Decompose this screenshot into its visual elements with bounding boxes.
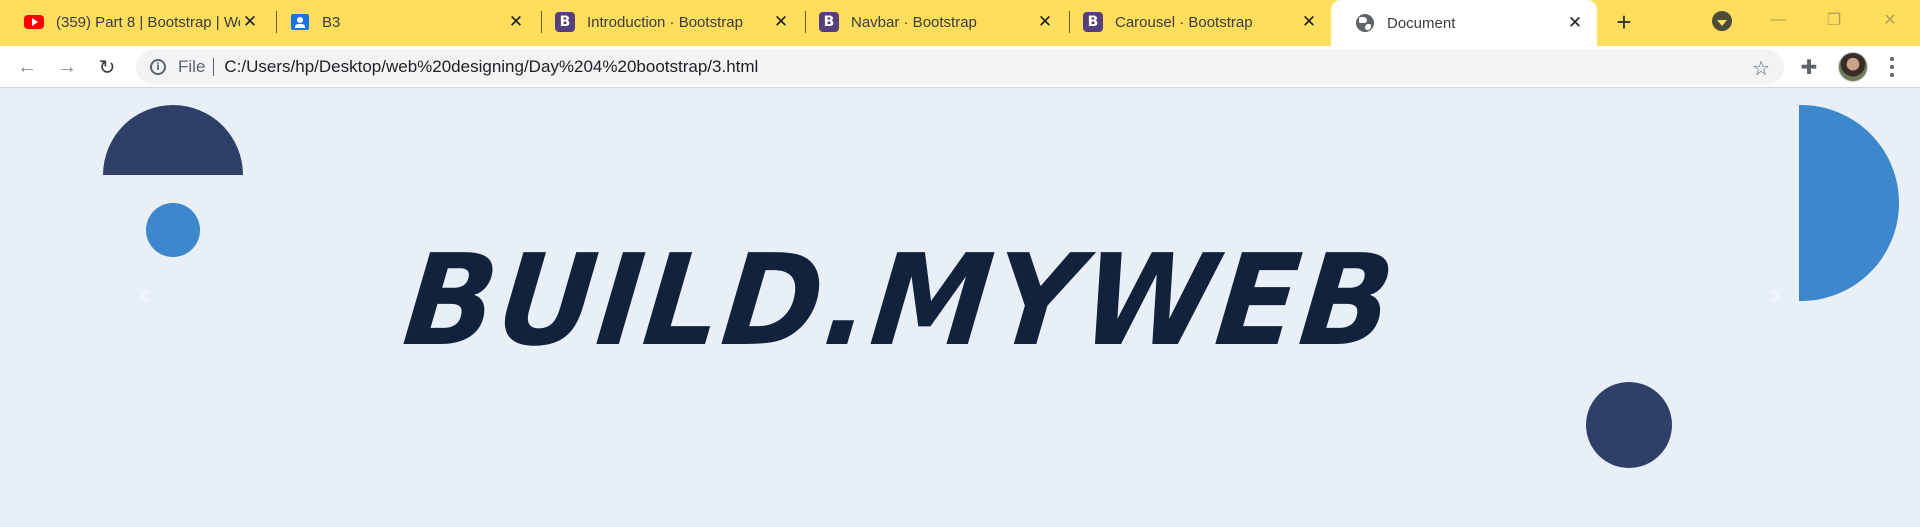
forward-button[interactable]: → [52,52,82,82]
new-tab-button[interactable]: + [1608,6,1640,38]
close-tab-icon[interactable]: ✕ [771,12,791,32]
close-tab-icon[interactable]: ✕ [506,12,526,32]
address-bar[interactable]: i File C:/Users/hp/Desktop/web%20designi… [136,50,1784,84]
classroom-icon [290,12,310,32]
tab-b3[interactable]: B3 ✕ [266,0,538,44]
restore-button[interactable]: ❐ [1806,0,1862,40]
tab-strip: (359) Part 8 | Bootstrap | We ✕ B3 ✕ B I… [0,0,1920,46]
bootstrap-icon: B [555,12,575,32]
profile-avatar[interactable] [1838,52,1868,82]
navy-circle-shape [1586,382,1672,468]
site-info-icon[interactable]: i [150,59,166,75]
blue-half-circle-shape [1799,105,1899,301]
brand-logo-text: BUILD.MYWEB [397,228,1403,374]
close-tab-icon[interactable]: ✕ [1565,13,1585,33]
navy-half-circle-shape [103,105,243,175]
tab-title: (359) Part 8 | Bootstrap | We [56,13,240,31]
extensions-puzzle-icon[interactable]: ✚ [1798,56,1820,79]
carousel-next-icon[interactable]: › [1760,278,1790,313]
tab-youtube[interactable]: (359) Part 8 | Bootstrap | We ✕ [0,0,272,44]
tab-navbar-bootstrap[interactable]: B Navbar · Bootstrap ✕ [795,0,1067,44]
tab-title: Navbar · Bootstrap [851,13,977,31]
bookmark-star-icon[interactable]: ☆ [1752,56,1770,81]
tab-title: B3 [322,13,341,31]
globe-icon [1355,13,1375,33]
minimize-button[interactable]: — [1750,0,1806,40]
back-button[interactable]: ← [12,52,42,82]
bootstrap-icon: B [819,12,839,32]
tab-carousel-bootstrap[interactable]: B Carousel · Bootstrap ✕ [1059,0,1331,44]
tab-introduction-bootstrap[interactable]: B Introduction · Bootstrap ✕ [531,0,803,44]
window-close-button[interactable]: ✕ [1862,0,1918,40]
reload-button[interactable]: ↻ [92,52,122,82]
close-tab-icon[interactable]: ✕ [1035,12,1055,32]
close-tab-icon[interactable]: ✕ [240,12,260,32]
youtube-icon [24,12,44,32]
tab-title: Introduction · Bootstrap [587,13,743,31]
tab-document-active[interactable]: Document ✕ [1331,0,1597,46]
blue-circle-shape [146,203,200,257]
carousel-prev-icon[interactable]: ‹ [130,278,160,313]
url-text[interactable]: C:/Users/hp/Desktop/web%20designing/Day%… [224,57,758,77]
tab-title: Carousel · Bootstrap [1115,13,1253,31]
url-scheme-label: File [178,57,206,76]
bootstrap-icon: B [1083,12,1103,32]
close-tab-icon[interactable]: ✕ [1299,12,1319,32]
browser-toolbar: ← → ↻ i File C:/Users/hp/Desktop/web%20d… [0,46,1920,88]
carousel-slide: ‹ › BUILD.MYWEB [0,88,1920,527]
tab-search-icon[interactable] [1712,11,1732,31]
tab-title: Document [1387,14,1456,32]
omnibox-divider [213,58,215,76]
browser-menu-icon[interactable] [1882,54,1902,80]
